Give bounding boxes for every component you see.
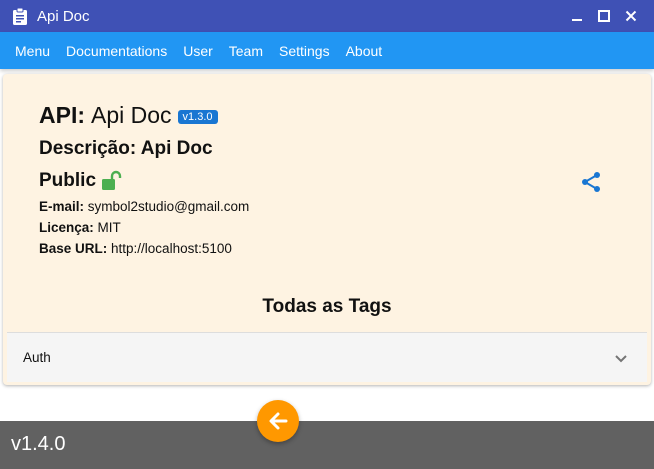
window-titlebar: Api Doc: [0, 0, 654, 32]
tag-row-auth[interactable]: Auth: [7, 332, 647, 382]
clipboard-icon: [12, 7, 28, 25]
api-info-card: API: Api Doc v1.3.0 Descrição: Api Doc P…: [3, 74, 651, 385]
license-value: MIT: [97, 220, 121, 235]
window-title: Api Doc: [37, 7, 90, 25]
menu-item-documentations[interactable]: Documentations: [66, 43, 167, 59]
footer-bar: v1.4.0: [0, 421, 654, 469]
tag-label: Auth: [23, 350, 51, 365]
api-description: Descrição: Api Doc: [39, 138, 213, 160]
menu-item-team[interactable]: Team: [229, 43, 263, 59]
description-label: Descrição:: [39, 138, 137, 159]
api-title-line: API: Api Doc v1.3.0: [39, 102, 218, 129]
api-label: API:: [39, 102, 85, 128]
visibility-line: Public: [39, 170, 122, 192]
menu-bar: Menu Documentations User Team Settings A…: [0, 32, 654, 69]
menu-item-user[interactable]: User: [183, 43, 213, 59]
app-version: v1.4.0: [11, 433, 66, 455]
menu-item-menu[interactable]: Menu: [15, 43, 50, 59]
base-url-value: http://localhost:5100: [111, 241, 232, 256]
share-icon[interactable]: [579, 170, 603, 194]
license-line: Licença: MIT: [39, 220, 121, 235]
base-url-line: Base URL: http://localhost:5100: [39, 241, 232, 256]
window-controls: [563, 0, 654, 32]
menu-item-about[interactable]: About: [346, 43, 383, 59]
description-value: Api Doc: [140, 138, 213, 159]
email-label: E-mail:: [39, 199, 85, 214]
base-url-label: Base URL:: [39, 241, 108, 256]
license-label: Licença:: [39, 220, 94, 235]
back-fab-button[interactable]: [257, 400, 299, 442]
maximize-icon[interactable]: [590, 0, 617, 32]
email-value: symbol2studio@gmail.com: [87, 199, 250, 214]
email-line: E-mail: symbol2studio@gmail.com: [39, 199, 249, 214]
api-name: Api Doc: [91, 102, 172, 128]
minimize-icon[interactable]: [563, 0, 590, 32]
version-badge: v1.3.0: [177, 110, 218, 124]
menu-item-settings[interactable]: Settings: [279, 43, 330, 59]
visibility-label: Public: [39, 170, 97, 191]
lock-open-icon: [100, 170, 122, 192]
close-icon[interactable]: [617, 0, 644, 32]
tags-section-title: Todas as Tags: [262, 296, 392, 317]
arrow-left-icon: [266, 409, 290, 433]
chevron-down-icon[interactable]: [613, 350, 629, 366]
